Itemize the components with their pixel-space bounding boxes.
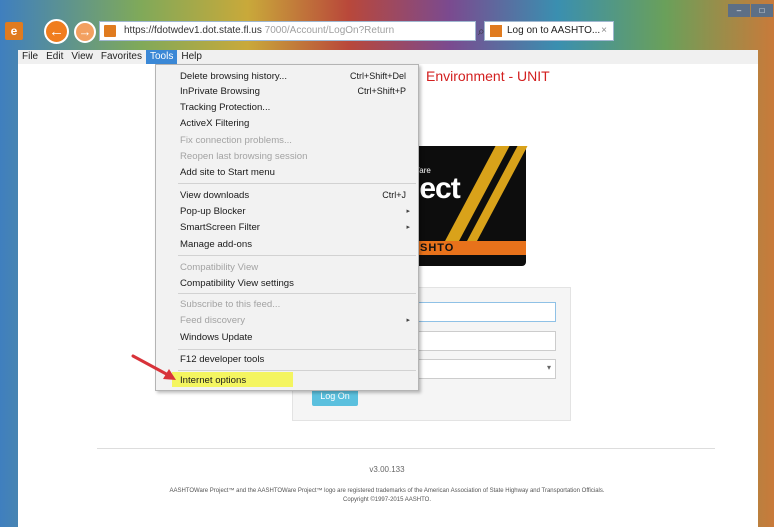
tab-close-icon[interactable]: × — [601, 22, 607, 40]
site-favicon-icon — [104, 25, 116, 37]
menu-help[interactable]: Help — [177, 50, 206, 64]
legal-line: AASHTOWare Project™ and the AASHTOWare P… — [169, 488, 605, 494]
address-path: 7000/Account/LogOn?Return — [264, 25, 395, 36]
menu-item-shortcut: Ctrl+Shift+P — [357, 86, 406, 96]
menu-item-view-downloads[interactable]: View downloads Ctrl+J — [180, 188, 416, 203]
menu-item-delete-history[interactable]: Delete browsing history... Ctrl+Shift+De… — [180, 69, 416, 84]
menu-item-f12-tools[interactable]: F12 developer tools — [180, 352, 416, 367]
submenu-arrow-icon: ▸ — [406, 224, 410, 231]
role-select[interactable]: ▾ — [404, 359, 556, 379]
menu-item-feed-discovery: Feed discovery ▸ — [180, 313, 416, 328]
address-bar[interactable]: https://fdotwdev1.dot.state.fl.us 7000/A… — [99, 21, 476, 41]
menu-item-label: InPrivate Browsing — [180, 86, 260, 97]
environment-title: Environment - UNIT — [426, 68, 550, 84]
menu-item-add-site[interactable]: Add site to Start menu — [180, 165, 416, 180]
title-bar: e ← → https://fdotwdev1.dot.state.fl.us … — [0, 0, 774, 50]
submenu-arrow-icon: ▸ — [406, 317, 410, 324]
menu-item-label: Feed discovery — [180, 315, 246, 326]
menu-item-label: View downloads — [180, 190, 250, 201]
menu-item-activex-filtering[interactable]: ActiveX Filtering — [180, 116, 416, 131]
window-controls: – □ — [728, 4, 773, 17]
menu-view[interactable]: View — [67, 50, 97, 64]
menu-separator — [178, 370, 416, 371]
logo-band-text: SHTO — [420, 242, 455, 254]
menu-item-label: Pop-up Blocker — [180, 206, 246, 217]
browser-window: e ← → https://fdotwdev1.dot.state.fl.us … — [0, 0, 774, 527]
menu-file[interactable]: File — [18, 50, 42, 64]
menu-item-shortcut: Ctrl+Shift+Del — [349, 71, 406, 81]
footer-divider — [97, 448, 715, 449]
submenu-arrow-icon: ▸ — [406, 208, 410, 215]
menu-separator — [178, 183, 416, 184]
menu-item-windows-update[interactable]: Windows Update — [180, 330, 416, 345]
menu-item-compat-view: Compatibility View — [180, 262, 259, 273]
back-button[interactable]: ← — [44, 19, 69, 44]
menu-item-manage-addons[interactable]: Manage add-ons — [180, 237, 416, 252]
tab-title: Log on to AASHTO... — [507, 25, 601, 36]
menu-favorites[interactable]: Favorites — [97, 50, 146, 64]
tools-menu: Delete browsing history... Ctrl+Shift+De… — [155, 64, 419, 391]
forward-button[interactable]: → — [74, 21, 96, 43]
username-field[interactable] — [404, 302, 556, 322]
menu-item-internet-options[interactable]: Internet options — [180, 373, 380, 388]
menu-item-compat-settings[interactable]: Compatibility View settings — [180, 276, 416, 291]
menu-item-shortcut: Ctrl+J — [382, 190, 406, 200]
browser-tab[interactable]: Log on to AASHTO... × — [484, 21, 614, 41]
ie-app-icon[interactable]: e — [5, 22, 23, 40]
copyright-line: Copyright ©1997-2015 AASHTO. — [342, 497, 432, 503]
menu-item-tracking-protection[interactable]: Tracking Protection... — [180, 100, 416, 115]
tab-favicon-icon — [490, 25, 502, 37]
logo-word: ject — [412, 172, 461, 205]
menu-item-smartscreen[interactable]: SmartScreen Filter ▸ — [180, 220, 416, 235]
menu-separator — [178, 349, 416, 350]
minimize-icon[interactable]: – — [728, 4, 750, 17]
legal-text: AASHTOWare Project™ and the AASHTOWare P… — [60, 487, 714, 505]
menu-item-label: Delete browsing history... — [180, 71, 287, 82]
menu-item-popup-blocker[interactable]: Pop-up Blocker ▸ — [180, 204, 416, 219]
maximize-icon[interactable]: □ — [751, 4, 773, 17]
menu-separator — [178, 255, 416, 256]
menu-item-subscribe-feed: Subscribe to this feed... — [180, 299, 281, 310]
menu-item-label: SmartScreen Filter — [180, 222, 260, 233]
menu-item-reopen-session: Reopen last browsing session — [180, 151, 308, 162]
version-text: v3.00.133 — [369, 465, 405, 474]
menu-separator — [178, 293, 416, 294]
password-field[interactable] — [404, 331, 556, 351]
menu-edit[interactable]: Edit — [42, 50, 67, 64]
address-host: https://fdotwdev1.dot.state.fl.us — [124, 25, 262, 36]
chevron-down-icon: ▾ — [546, 363, 551, 372]
menu-item-inprivate[interactable]: InPrivate Browsing Ctrl+Shift+P — [180, 84, 416, 99]
menu-item-fix-connection: Fix connection problems... — [180, 135, 292, 146]
menu-bar: File Edit View Favorites Tools Help — [18, 50, 758, 64]
menu-tools[interactable]: Tools — [145, 50, 178, 64]
